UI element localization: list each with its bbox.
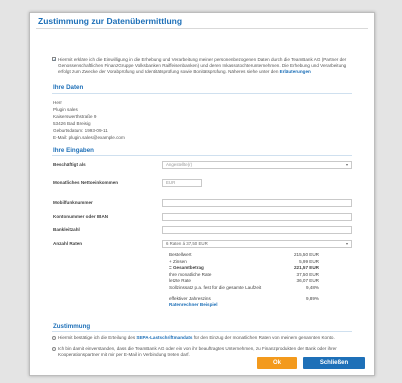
form-row-iban: Kontonummer oder IBAN xyxy=(53,213,353,222)
chevron-down-icon: ▾ xyxy=(345,162,348,167)
customer-birthdate: Geburtsdatum: 1993-09-11 xyxy=(53,128,108,133)
summary-value: 9,48% xyxy=(305,284,319,290)
contact-consent-text: Ich bin damit einverstanden, dass die Te… xyxy=(58,346,337,357)
close-button[interactable]: Schließen xyxy=(303,357,365,369)
iban-input[interactable] xyxy=(162,213,352,221)
blz-input[interactable] xyxy=(162,226,352,234)
employment-value: Angestellte(r) xyxy=(166,162,193,167)
ratenrechner-link[interactable]: Ratenrechner Beispiel xyxy=(169,302,218,307)
summary-row: Ratenrechner Beispiel xyxy=(169,302,319,309)
form-row-beschaeftigt: Beschäftigt als Angestellte(r) ▾ xyxy=(53,161,353,170)
customer-street: Kaiserswerthstraße 9 xyxy=(53,114,97,119)
field-label: Beschäftigt als xyxy=(53,162,86,167)
customer-name: Plugin sales xyxy=(53,107,78,112)
consent-checkbox[interactable]: ✓ xyxy=(52,57,56,62)
employment-select[interactable]: Angestellte(r) ▾ xyxy=(162,161,352,169)
installments-value: 6 Raten á 37,50 EUR xyxy=(166,241,208,246)
field-label: Anzahl Raten xyxy=(53,241,83,246)
summary-label: Sollzinssatz p.a. fest für die gesamte L… xyxy=(169,284,262,290)
form-row-mobil: Mobilfunknummer xyxy=(53,199,353,208)
financing-summary: Bestellwert 215,50 EUR + Zinsen 5,99 EUR… xyxy=(169,252,319,309)
sepa-consent-text-after: für den Einzug der monatlichen Raten von… xyxy=(193,335,335,340)
ihre-eingaben-divider xyxy=(52,155,352,156)
field-label: Bankleitzahl xyxy=(53,227,80,232)
contact-consent-radio[interactable] xyxy=(52,346,56,351)
contact-consent-item: Ich bin damit einverstanden, dass die Te… xyxy=(52,346,346,358)
sepa-consent-item: Hiermit bestätige ich die Erteilung des … xyxy=(52,335,346,341)
consent-link[interactable]: Erläuterungen xyxy=(280,69,311,74)
sepa-consent-text: Hiermit bestätige ich die Erteilung des xyxy=(58,335,136,340)
ihre-daten-list: Herr Plugin sales Kaiserswerthstraße 9 5… xyxy=(53,99,125,141)
installments-select[interactable]: 6 Raten á 37,50 EUR ▾ xyxy=(162,240,352,248)
sepa-consent-radio[interactable] xyxy=(52,335,56,340)
income-input[interactable]: EUR xyxy=(162,179,202,187)
title-divider xyxy=(36,28,368,29)
mobile-input[interactable] xyxy=(162,199,352,207)
chevron-down-icon: ▾ xyxy=(345,241,348,246)
sepa-mandate-link[interactable]: SEPA-Lastschriftmandats xyxy=(136,335,192,340)
summary-row: Sollzinssatz p.a. fest für die gesamte L… xyxy=(169,285,319,296)
consent-dialog: Zustimmung zur Datenübermittlung ✓ Hierm… xyxy=(29,12,375,376)
field-label: Mobilfunknummer xyxy=(53,200,93,205)
form-row-blz: Bankleitzahl xyxy=(53,226,353,235)
dialog-title: Zustimmung zur Datenübermittlung xyxy=(38,16,183,26)
customer-email: E-Mail: plugin.sales@example.com xyxy=(53,135,125,140)
ihre-daten-divider xyxy=(52,93,352,94)
consent-section: ✓ Hiermit erkläre ich die Einwilligung i… xyxy=(52,57,348,74)
income-unit: EUR xyxy=(166,180,176,185)
customer-salutation: Herr xyxy=(53,100,62,105)
ihre-daten-heading: Ihre Daten xyxy=(53,84,84,91)
zustimmung-divider xyxy=(52,331,352,332)
field-label: Kontonummer oder IBAN xyxy=(53,214,109,219)
ihre-eingaben-heading: Ihre Eingaben xyxy=(53,147,94,154)
customer-city: 53426 Bad Breisig xyxy=(53,121,91,126)
form-row-raten: Anzahl Raten 6 Raten á 37,50 EUR ▾ xyxy=(53,240,353,249)
zustimmung-heading: Zustimmung xyxy=(53,323,91,330)
ok-button[interactable]: Ok xyxy=(257,357,297,369)
field-label: Monatliches Nettoeinkommen xyxy=(53,180,119,185)
form-row-einkommen: Monatliches Nettoeinkommen EUR xyxy=(53,179,353,188)
